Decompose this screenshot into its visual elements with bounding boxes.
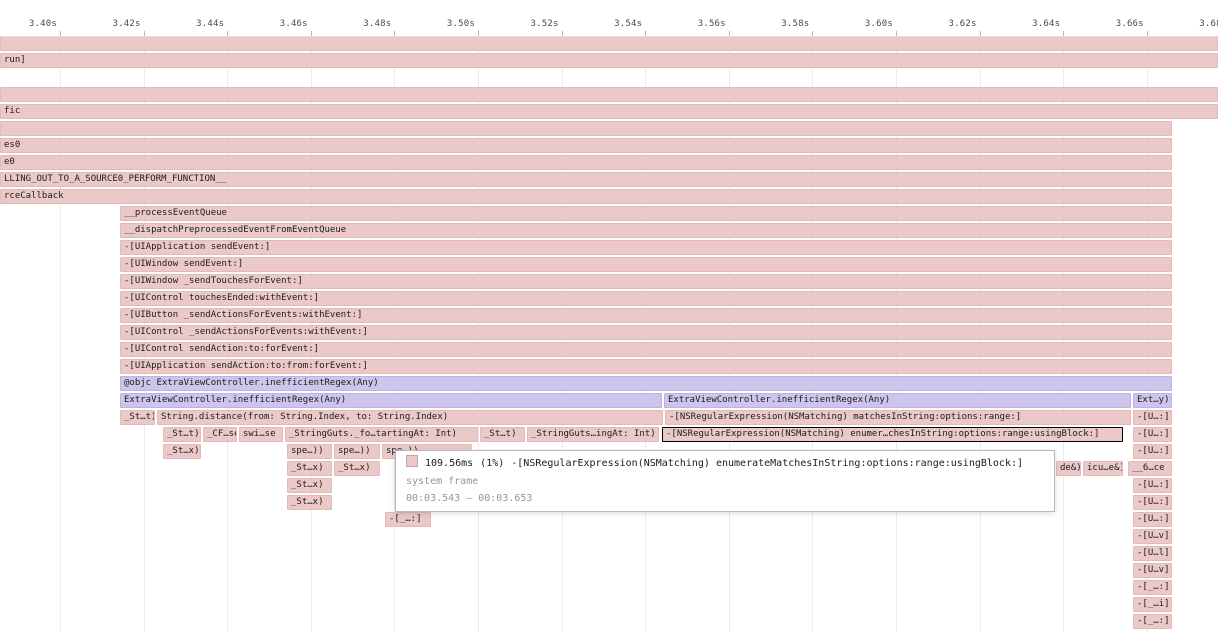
ruler-tick (394, 31, 395, 36)
flame-segment[interactable]: -[NSRegularExpression(NSMatching) matche… (665, 410, 1131, 425)
ruler-tick (60, 31, 61, 36)
flame-segment[interactable]: -[U…:] (1133, 444, 1172, 459)
ruler-tick-label: 3.46s (251, 19, 308, 29)
ruler-tick (1063, 31, 1064, 36)
flame-segment[interactable]: _St…x) (334, 461, 380, 476)
flame-segment[interactable]: spe…)) (287, 444, 332, 459)
ruler-tick-label: 3.68s (1170, 19, 1218, 29)
flame-segment[interactable] (0, 121, 1172, 136)
flame-segment[interactable]: -[_…:] (385, 512, 431, 527)
ruler-tick-label: 3.58s (752, 19, 809, 29)
flame-segment[interactable]: _St…x) (287, 461, 332, 476)
flame-segment[interactable]: _StringGuts…ingAt: Int) (527, 427, 659, 442)
flame-segment[interactable]: -[U…:] (1133, 512, 1172, 527)
ruler-tick (478, 31, 479, 36)
ruler-tick (645, 31, 646, 36)
flame-segment[interactable]: -[UIControl sendAction:to:forEvent:] (120, 342, 1172, 357)
ruler-tick (311, 31, 312, 36)
flame-segment[interactable]: -[U…v] (1133, 563, 1172, 578)
flame-chart-view: 3.40s 3.42s 3.44s 3.46s 3.48s 3.50s 3.52s 3.54s… (0, 0, 1218, 632)
ruler-tick (1147, 31, 1148, 36)
flame-segment[interactable]: -[UIControl touchesEnded:withEvent:] (120, 291, 1172, 306)
ruler-tick (812, 31, 813, 36)
flame-segment[interactable]: Ext…y) (1133, 393, 1172, 408)
flame-segment[interactable]: @objc ExtraViewController.inefficientReg… (120, 376, 1172, 391)
flame-segment[interactable]: -[_…i] (1133, 597, 1172, 612)
flame-segment[interactable]: -[_…:] (1133, 580, 1172, 595)
flame-segment[interactable]: _St…x) (287, 495, 332, 510)
flame-segment[interactable]: swi…se (239, 427, 283, 442)
flame-segment[interactable]: -[U…l] (1133, 546, 1172, 561)
flame-segment[interactable]: _St…t) (480, 427, 525, 442)
flame-segment[interactable]: -[U…:] (1133, 495, 1172, 510)
flame-segment[interactable]: -[UIWindow sendEvent:] (120, 257, 1172, 272)
flame-segment[interactable]: -[U…:] (1133, 478, 1172, 493)
ruler-tick-label: 3.56s (669, 19, 726, 29)
flame-segment[interactable]: __dispatchPreprocessedEventFromEventQueu… (120, 223, 1172, 238)
flame-segment[interactable]: run] (0, 53, 1218, 68)
flame-segment[interactable]: -[UIControl _sendActionsForEvents:withEv… (120, 325, 1172, 340)
flame-segment[interactable]: -[_…:] (1133, 614, 1172, 629)
tooltip-duration: 109.56ms (425, 458, 473, 469)
flame-segment[interactable]: _CF…se (203, 427, 237, 442)
flame-segment[interactable]: fic (0, 104, 1218, 119)
ruler-tick (227, 31, 228, 36)
ruler-tick-label: 3.42s (84, 19, 141, 29)
tooltip-frame-name: -[NSRegularExpression(NSMatching) enumer… (511, 458, 1023, 469)
flame-segment-selected[interactable]: -[NSRegularExpression(NSMatching) enumer… (662, 427, 1123, 442)
tooltip-percent: (1%) (480, 458, 504, 469)
flame-segment[interactable]: -[U…:] (1133, 410, 1172, 425)
flame-segment[interactable] (0, 87, 1218, 102)
flame-segment[interactable]: -[UIWindow _sendTouchesForEvent:] (120, 274, 1172, 289)
flame-segment[interactable]: _St…x) (163, 444, 201, 459)
flame-segment[interactable]: -[U…:] (1133, 427, 1172, 442)
tooltip-title-row: 109.56ms (1%) -[NSRegularExpression(NSMatc… (406, 455, 1044, 473)
frame-color-swatch-icon (406, 455, 418, 467)
ruler-tick-label: 3.54s (585, 19, 642, 29)
ruler-tick (896, 31, 897, 36)
tooltip-time-range: 00:03.543 — 00:03.653 (406, 490, 1044, 507)
ruler-tick-label: 3.50s (418, 19, 475, 29)
flame-segment[interactable]: de&) (1056, 461, 1081, 476)
flame-segment[interactable]: __processEventQueue (120, 206, 1172, 221)
ruler-tick-label: 3.48s (334, 19, 391, 29)
flame-segment[interactable]: spe…)) (334, 444, 380, 459)
flame-segment[interactable]: -[U…v] (1133, 529, 1172, 544)
ruler-tick (562, 31, 563, 36)
flame-rows: run] fic es0 e0 LLING_OUT_TO_A_SOURCE0_PERFO… (0, 0, 1218, 632)
flame-segment[interactable]: _St…x) (287, 478, 332, 493)
ruler-tick-label: 3.44s (167, 19, 224, 29)
ruler-tick (980, 31, 981, 36)
flame-segment[interactable]: es0 (0, 138, 1172, 153)
flame-segment[interactable]: -[UIButton _sendActionsForEvents:withEve… (120, 308, 1172, 323)
tooltip: 109.56ms (1%) -[NSRegularExpression(NSMatc… (395, 450, 1055, 512)
flame-segment[interactable]: _StringGuts._fo…tartingAt: Int) (285, 427, 478, 442)
flame-segment[interactable]: String.distance(from: String.Index, to: … (157, 410, 663, 425)
flame-segment[interactable]: e0 (0, 155, 1172, 170)
flame-segment[interactable]: ExtraViewController.inefficientRegex(Any… (120, 393, 662, 408)
ruler-tick-label: 3.52s (502, 19, 559, 29)
flame-segment[interactable]: ExtraViewController.inefficientRegex(Any… (664, 393, 1131, 408)
ruler-tick (729, 31, 730, 36)
flame-segment[interactable]: -[UIApplication sendEvent:] (120, 240, 1172, 255)
flame-segment[interactable]: _St…t) (120, 410, 155, 425)
flame-segment[interactable] (0, 36, 1218, 51)
ruler-tick-label: 3.40s (0, 19, 57, 29)
time-ruler[interactable]: 3.40s 3.42s 3.44s 3.46s 3.48s 3.50s 3.52s 3.54s… (0, 0, 1218, 37)
ruler-tick (144, 31, 145, 36)
ruler-tick-label: 3.66s (1087, 19, 1144, 29)
ruler-tick-label: 3.62s (920, 19, 977, 29)
flame-segment[interactable]: LLING_OUT_TO_A_SOURCE0_PERFORM_FUNCTION_… (0, 172, 1172, 187)
flame-segment[interactable]: __6…ce (1128, 461, 1172, 476)
flame-segment[interactable]: -[UIApplication sendAction:to:from:forEv… (120, 359, 1172, 374)
flame-segment[interactable]: icu…e&) (1083, 461, 1123, 476)
flame-segment[interactable]: rceCallback (0, 189, 1172, 204)
ruler-tick-label: 3.60s (836, 19, 893, 29)
tooltip-frame-kind: system frame (406, 473, 1044, 490)
flame-segment[interactable]: _St…t) (163, 427, 201, 442)
ruler-tick-label: 3.64s (1003, 19, 1060, 29)
